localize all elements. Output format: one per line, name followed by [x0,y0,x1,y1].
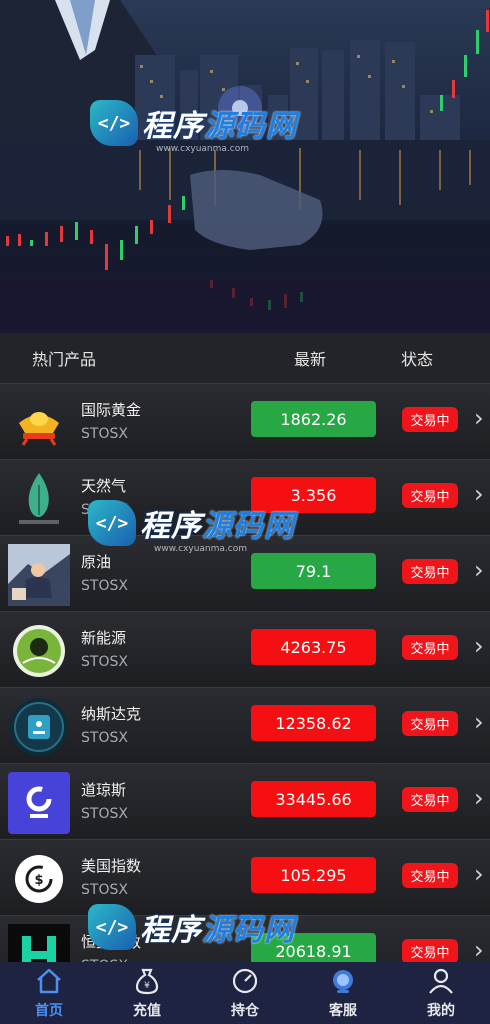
status-badge: 交易中 [402,711,458,736]
tab-label: 我的 [427,1003,455,1019]
user-icon [426,966,456,996]
us-index-icon: $ [8,848,70,910]
product-name: 纳斯达克 [81,705,142,723]
tab-mine[interactable]: 我的 [392,962,490,1024]
product-name: 国际黄金 [81,401,142,419]
city-skyline-image [0,0,490,333]
header-status: 状态 [401,350,434,369]
product-list: 国际黄金 STOSX 1862.26 交易中 › 天然气 STOSX 3.356… [0,383,490,991]
chevron-right-icon: › [474,556,484,584]
product-code: STOSX [81,426,128,442]
watermark-logo: </> 程序源码网 www.cxyuanma.com [90,100,297,154]
list-item[interactable]: 新能源 STOSX 4263.75 交易中 › [0,611,490,687]
support-icon [328,966,358,996]
crude-oil-photo [8,544,70,606]
product-code: STOSX [81,806,128,822]
chevron-right-icon: › [474,708,484,736]
product-name: 新能源 [81,629,127,647]
header-latest: 最新 [294,350,327,369]
status-badge: 交易中 [402,407,458,432]
watermark-url: www.cxyuanma.com [154,544,248,554]
watermark-logo: </> 程序源码网 www.cxyuanma.com [88,500,295,554]
status-badge: 交易中 [402,863,458,888]
product-code: STOSX [81,730,128,746]
tab-label: 首页 [35,1003,63,1019]
tab-recharge[interactable]: ¥ 充值 [98,962,196,1024]
money-bag-icon: ¥ [132,966,162,996]
gold-ingot-icon [8,392,70,454]
status-badge: 交易中 [402,939,458,964]
product-code: STOSX [81,654,128,670]
status-badge: 交易中 [402,559,458,584]
chevron-right-icon: › [474,860,484,888]
dow-jones-icon [8,772,70,834]
watermark-text-a: 程序 [140,913,202,948]
chevron-right-icon: › [474,784,484,812]
svg-text:$: $ [34,873,43,888]
bottom-tab-bar: 首页 ¥ 充值 持仓 客服 我的 [0,962,490,1024]
chevron-right-icon: › [474,480,484,508]
watermark-text-a: 程序 [140,509,202,544]
gauge-icon [230,966,260,996]
tab-label: 持仓 [231,1003,259,1019]
tab-home[interactable]: 首页 [0,962,98,1024]
price-badge: 105.295 [251,857,376,893]
watermark-badge-icon: </> [90,100,138,146]
list-header: 热门产品 最新 状态 [0,333,490,383]
price-badge: 12358.62 [251,705,376,741]
price-badge: 79.1 [251,553,376,589]
product-name: 原油 [81,553,112,571]
status-badge: 交易中 [402,787,458,812]
product-name: 天然气 [81,477,127,495]
svg-text:¥: ¥ [144,981,150,991]
price-badge: 33445.66 [251,781,376,817]
watermark-text-b: 源码网 [204,109,297,144]
watermark-text-b: 源码网 [202,913,295,948]
list-item[interactable]: 道琼斯 STOSX 33445.66 交易中 › [0,763,490,839]
chevron-right-icon: › [474,936,484,964]
status-badge: 交易中 [402,483,458,508]
product-name: 道琼斯 [81,781,127,799]
watermark-badge-icon: </> [88,500,136,546]
natural-gas-flame-icon [8,468,70,530]
new-energy-icon [8,620,70,682]
product-name: 美国指数 [81,857,142,875]
chevron-right-icon: › [474,632,484,660]
watermark-text-b: 源码网 [202,509,295,544]
tab-label: 客服 [329,1003,357,1019]
watermark-logo: </> 程序源码网 [88,904,295,950]
product-code: STOSX [81,882,128,898]
product-code: STOSX [81,578,128,594]
watermark-text-a: 程序 [142,109,204,144]
watermark-badge-icon: </> [88,904,136,950]
tab-label: 充值 [133,1003,161,1019]
tab-support[interactable]: 客服 [294,962,392,1024]
header-products: 热门产品 [32,350,97,369]
status-badge: 交易中 [402,635,458,660]
chevron-right-icon: › [474,404,484,432]
home-icon [34,966,64,996]
list-item[interactable]: 国际黄金 STOSX 1862.26 交易中 › [0,383,490,459]
list-item[interactable]: 纳斯达克 STOSX 12358.62 交易中 › [0,687,490,763]
hero-banner: </> 程序源码网 www.cxyuanma.com [0,0,490,333]
tab-position[interactable]: 持仓 [196,962,294,1024]
watermark-url: www.cxyuanma.com [156,144,250,154]
nasdaq-icon [8,696,70,758]
price-badge: 1862.26 [251,401,376,437]
price-badge: 4263.75 [251,629,376,665]
